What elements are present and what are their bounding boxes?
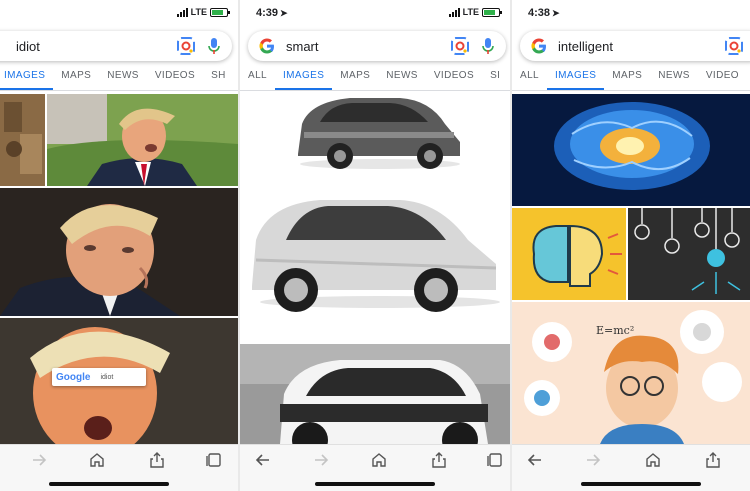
- image-result-car-grey[interactable]: [240, 94, 510, 184]
- home-indicator[interactable]: [581, 482, 701, 486]
- tab-news[interactable]: NEWS: [650, 64, 698, 90]
- google-lens-icon[interactable]: [176, 36, 196, 56]
- google-lens-icon[interactable]: [450, 36, 470, 56]
- formula-text: E=mc²: [596, 324, 635, 337]
- tabs-icon[interactable]: [205, 451, 223, 469]
- tabs-divider: [240, 90, 510, 91]
- tab-videos[interactable]: VIDEOS: [426, 64, 482, 90]
- image-result-brain-bulb[interactable]: [512, 208, 626, 300]
- search-query[interactable]: smart: [286, 39, 450, 54]
- image-result-thinking-boy[interactable]: E=mc²: [512, 302, 750, 444]
- tab-videos[interactable]: VIDEO: [698, 64, 747, 90]
- overlay-query: idiot: [100, 373, 114, 381]
- forward-arrow-icon[interactable]: [584, 451, 602, 469]
- status-time: 4:38 ➤: [528, 7, 560, 19]
- back-arrow-icon[interactable]: [254, 451, 272, 469]
- image-result-car-white[interactable]: [240, 344, 510, 444]
- comparison-screens: LTE idiot IMAGES MAPS NEWS VIDEOS SH Goo…: [0, 0, 750, 491]
- search-bar[interactable]: intelligent: [520, 31, 750, 61]
- search-tabs: ALL IMAGES MAPS NEWS VIDEOS SI: [240, 64, 508, 90]
- phone-screen-smart: 4:39 ➤ LTE smart ALL IMAGES MAPS NEWS VI…: [240, 0, 510, 491]
- search-query[interactable]: idiot: [0, 39, 176, 54]
- home-icon[interactable]: [370, 451, 388, 469]
- share-icon[interactable]: [148, 451, 166, 469]
- image-result-light-bulbs[interactable]: [628, 208, 750, 300]
- google-search-overlay: Google idiot: [52, 368, 146, 386]
- google-g-icon: [530, 37, 548, 55]
- location-arrow-icon: ➤: [552, 8, 560, 18]
- tab-maps[interactable]: MAPS: [332, 64, 378, 90]
- home-icon[interactable]: [644, 451, 662, 469]
- google-logo-text: Google: [56, 371, 91, 383]
- search-bar[interactable]: smart: [248, 31, 506, 61]
- tab-videos[interactable]: VIDEOS: [147, 64, 203, 90]
- phone-screen-intelligent: 4:38 ➤ intelligent ALL IMAGES MAPS NEWS V…: [512, 0, 750, 491]
- image-results-grid: [240, 94, 510, 444]
- tab-shopping[interactable]: SH: [203, 64, 234, 90]
- google-g-icon: [258, 37, 276, 55]
- search-tabs: ALL IMAGES MAPS NEWS VIDEO: [512, 64, 747, 90]
- search-bar[interactable]: idiot: [0, 31, 232, 61]
- image-result-painting[interactable]: [0, 94, 45, 186]
- tab-news[interactable]: NEWS: [378, 64, 426, 90]
- home-indicator[interactable]: [315, 482, 435, 486]
- home-icon[interactable]: [88, 451, 106, 469]
- status-bar: LTE: [0, 6, 238, 22]
- status-time: 4:39 ➤: [256, 7, 288, 19]
- image-result-portrait-2[interactable]: [0, 188, 238, 316]
- tab-all[interactable]: ALL: [240, 64, 275, 90]
- browser-toolbar: [512, 444, 750, 491]
- image-result-glowing-brain[interactable]: [512, 94, 750, 206]
- tabs-divider: [0, 90, 238, 91]
- status-indicators: LTE: [448, 7, 502, 17]
- search-query[interactable]: intelligent: [558, 39, 724, 54]
- tab-images[interactable]: IMAGES: [0, 64, 54, 90]
- share-icon[interactable]: [430, 451, 448, 469]
- battery-icon: [482, 7, 502, 17]
- signal-icon: [448, 7, 460, 17]
- battery-icon: [210, 7, 230, 17]
- status-bar: 4:38 ➤: [512, 6, 750, 22]
- share-icon[interactable]: [704, 451, 722, 469]
- tab-all[interactable]: ALL: [512, 64, 547, 90]
- microphone-icon[interactable]: [206, 37, 222, 55]
- image-results-grid: E=mc²: [512, 94, 750, 444]
- image-result-portrait-3[interactable]: Google idiot: [0, 318, 238, 444]
- forward-arrow-icon[interactable]: [312, 451, 330, 469]
- tab-maps[interactable]: MAPS: [604, 64, 650, 90]
- microphone-icon[interactable]: [480, 37, 496, 55]
- network-label: LTE: [190, 7, 207, 17]
- image-results-grid: Google idiot: [0, 94, 238, 444]
- search-tabs: IMAGES MAPS NEWS VIDEOS SH: [0, 64, 234, 90]
- tabs-icon[interactable]: [486, 451, 504, 469]
- home-indicator[interactable]: [49, 482, 169, 486]
- tab-shopping[interactable]: SI: [482, 64, 508, 90]
- tab-images[interactable]: IMAGES: [547, 64, 605, 90]
- location-arrow-icon: ➤: [280, 8, 288, 18]
- phone-screen-idiot: LTE idiot IMAGES MAPS NEWS VIDEOS SH Goo…: [0, 0, 238, 491]
- browser-toolbar: [0, 444, 238, 491]
- signal-icon: [176, 7, 188, 17]
- tab-images[interactable]: IMAGES: [275, 64, 333, 90]
- image-result-portrait-1[interactable]: [47, 94, 238, 186]
- tabs-divider: [512, 90, 750, 91]
- status-bar: 4:39 ➤ LTE: [240, 6, 510, 22]
- tab-news[interactable]: NEWS: [99, 64, 147, 90]
- google-lens-icon[interactable]: [724, 36, 744, 56]
- tab-maps[interactable]: MAPS: [53, 64, 99, 90]
- network-label: LTE: [462, 7, 479, 17]
- back-arrow-icon[interactable]: [526, 451, 544, 469]
- status-indicators: LTE: [176, 7, 230, 17]
- browser-toolbar: [240, 444, 510, 491]
- forward-arrow-icon[interactable]: [30, 451, 48, 469]
- image-result-car-silver[interactable]: [240, 190, 510, 320]
